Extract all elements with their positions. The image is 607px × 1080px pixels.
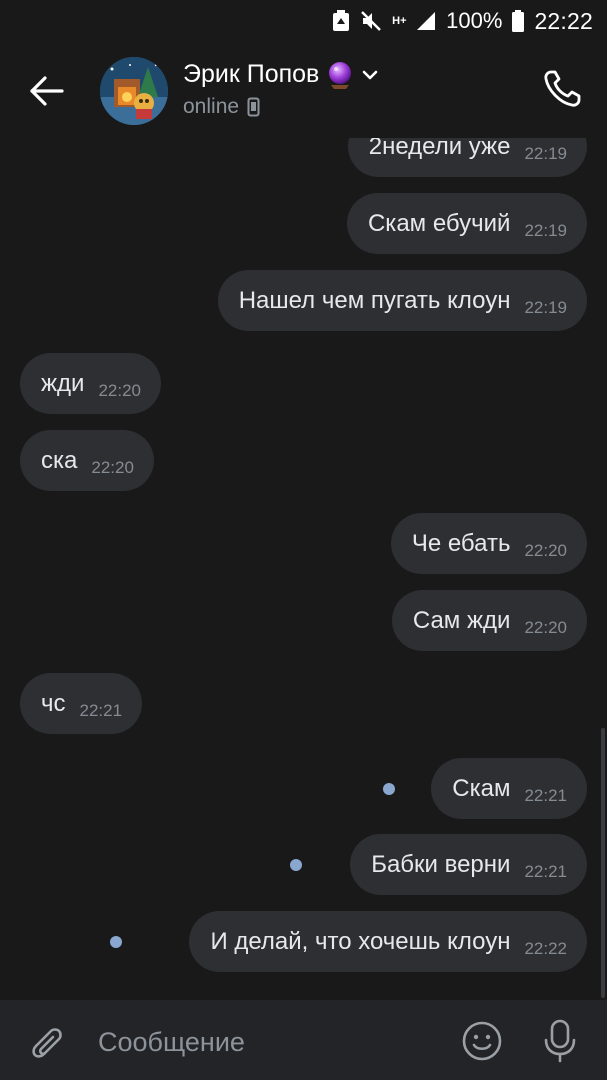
message-bubble[interactable]: Бабки верни 22:21 — [350, 834, 587, 895]
unread-indicator — [110, 936, 122, 948]
message-bubble[interactable]: Че ебать 22:20 — [390, 513, 587, 574]
message-text: Скам — [452, 774, 511, 802]
message-text: И делай, что хочешь клоун — [210, 927, 511, 955]
crystal-ball-icon — [329, 61, 352, 89]
message-composer — [0, 1000, 607, 1080]
chevron-down-icon — [363, 70, 378, 79]
scrollbar[interactable] — [601, 728, 605, 998]
message-list[interactable]: 2недели уже 22:19 Скам ебучий 22:19 Наше… — [0, 138, 607, 1000]
recycle-icon — [333, 10, 350, 31]
paperclip-icon[interactable] — [26, 1020, 68, 1062]
signal-icon — [417, 12, 436, 30]
message-input[interactable] — [96, 1020, 430, 1064]
message-time: 22:21 — [524, 785, 567, 805]
message-text: жди — [41, 369, 85, 397]
battery-icon — [512, 10, 525, 32]
message-bubble[interactable]: ска 22:20 — [20, 430, 154, 491]
message-time: 22:19 — [524, 143, 567, 163]
contact-name-button[interactable]: Эрик Попов — [183, 60, 379, 89]
battery-percent: 100% — [446, 8, 503, 33]
message-time: 22:20 — [524, 617, 567, 637]
message-time: 22:19 — [524, 220, 567, 240]
message-time: 22:19 — [524, 297, 567, 317]
message-text: Бабки верни — [371, 850, 511, 878]
message-bubble[interactable]: 2недели уже 22:19 — [347, 138, 587, 177]
message-time: 22:21 — [524, 861, 567, 881]
message-bubble[interactable]: Сам жди 22:20 — [391, 590, 587, 651]
online-status: online — [183, 95, 240, 118]
message-bubble[interactable]: Скам ебучий 22:19 — [346, 193, 587, 254]
network-type-icon: H+ — [392, 14, 407, 27]
message-time: 22:21 — [79, 700, 123, 720]
message-text: Сам жди — [412, 606, 511, 634]
avatar[interactable] — [100, 57, 168, 125]
avatar-image — [100, 57, 168, 125]
message-bubble[interactable]: Нашел чем пугать клоун 22:19 — [217, 270, 587, 331]
contact-name: Эрик Попов — [183, 60, 320, 88]
message-text: Че ебать — [411, 529, 511, 557]
status-bar: H+ 100% 22:22 — [0, 0, 607, 42]
unread-indicator — [290, 859, 302, 871]
message-bubble[interactable]: И делай, что хочешь клоун 22:22 — [189, 911, 587, 972]
microphone-icon[interactable] — [540, 1018, 580, 1064]
back-arrow-icon[interactable] — [24, 68, 70, 114]
mobile-device-icon — [247, 97, 260, 117]
chat-header: Эрик Попов online — [0, 42, 607, 138]
message-text: ска — [41, 446, 78, 474]
clock: 22:22 — [534, 7, 593, 34]
emoji-icon[interactable] — [461, 1020, 503, 1062]
presence-status: online — [183, 95, 260, 119]
message-time: 22:20 — [91, 457, 134, 477]
message-bubble[interactable]: чс 22:21 — [20, 673, 143, 734]
message-time: 22:20 — [524, 540, 567, 560]
message-text: Нашел чем пугать клоун — [238, 286, 511, 314]
status-icons: H+ 100% 22:22 — [332, 6, 593, 36]
phone-call-icon[interactable] — [541, 68, 583, 110]
message-bubble[interactable]: жди 22:20 — [20, 353, 162, 414]
message-text: чс — [41, 689, 66, 717]
message-time: 22:20 — [98, 380, 142, 400]
unread-indicator — [383, 783, 395, 795]
message-time: 22:22 — [524, 938, 567, 958]
message-bubble[interactable]: Скам 22:21 — [431, 758, 587, 819]
message-text: 2недели уже — [368, 138, 511, 160]
mute-icon — [361, 11, 382, 31]
message-text: Скам ебучий — [367, 209, 511, 237]
